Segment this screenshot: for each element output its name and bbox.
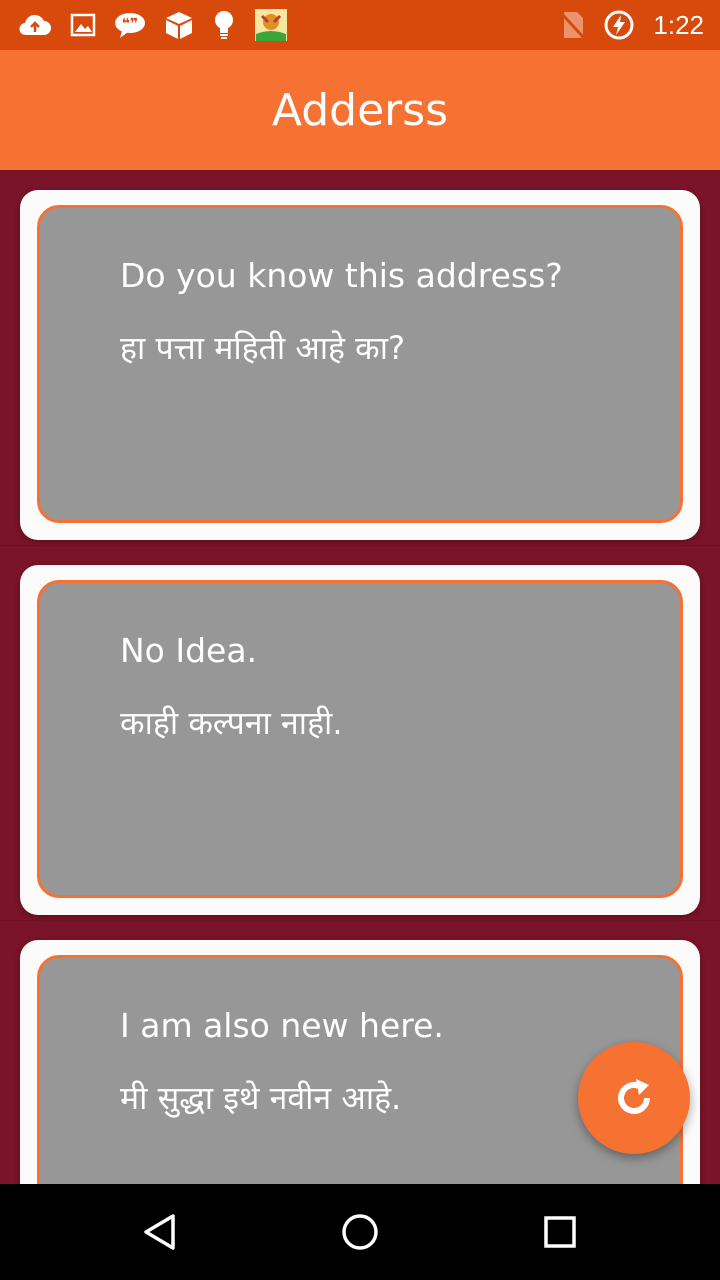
phrase-list[interactable]: Do you know this address? हा पत्ता महिती… [0, 170, 720, 1184]
home-icon [342, 1214, 378, 1250]
app-bar: Adderss [0, 50, 720, 170]
phrase-english: No Idea. [120, 631, 258, 670]
refresh-button[interactable] [578, 1042, 690, 1154]
image-icon [70, 13, 96, 37]
phrase-card-body: No Idea. काही कल्पना नाही. [37, 580, 683, 898]
phrase-marathi: मी सुद्धा इथे नवीन आहे. [120, 1079, 402, 1117]
svg-text:❝❞: ❝❞ [122, 16, 138, 32]
status-time: 1:22 [653, 9, 704, 40]
phrase-card-body: Do you know this address? हा पत्ता महिती… [37, 205, 683, 523]
phrase-marathi: काही कल्पना नाही. [120, 704, 343, 742]
cloud-upload-icon [19, 14, 51, 36]
refresh-icon [618, 1079, 650, 1114]
back-button[interactable] [136, 1208, 184, 1256]
page-title: Adderss [271, 84, 449, 136]
phrase-marathi: हा पत्ता महिती आहे का? [120, 329, 406, 367]
list-divider [0, 545, 720, 546]
back-icon [144, 1214, 175, 1250]
notification-icons: ❝❞ [18, 8, 288, 42]
phrase-english: I am also new here. [120, 1006, 444, 1045]
phrase-card[interactable]: No Idea. काही कल्पना नाही. [20, 565, 700, 915]
box-icon [166, 12, 192, 39]
lightbulb-icon [215, 11, 233, 39]
system-icons: 1:22 [561, 8, 704, 42]
list-divider [0, 920, 720, 921]
recents-icon [544, 1216, 576, 1248]
navigation-bar [0, 1184, 720, 1280]
app-thumbnail-icon [255, 9, 287, 41]
recents-button[interactable] [536, 1208, 584, 1256]
no-sim-icon [561, 12, 586, 40]
home-button[interactable] [336, 1208, 384, 1256]
phrase-card[interactable]: Do you know this address? हा पत्ता महिती… [20, 190, 700, 540]
battery-charging-icon [604, 10, 634, 40]
status-bar: ❝❞ 1:22 [0, 0, 720, 50]
chat-quote-icon: ❝❞ [115, 13, 145, 38]
phrase-english: Do you know this address? [120, 256, 563, 295]
